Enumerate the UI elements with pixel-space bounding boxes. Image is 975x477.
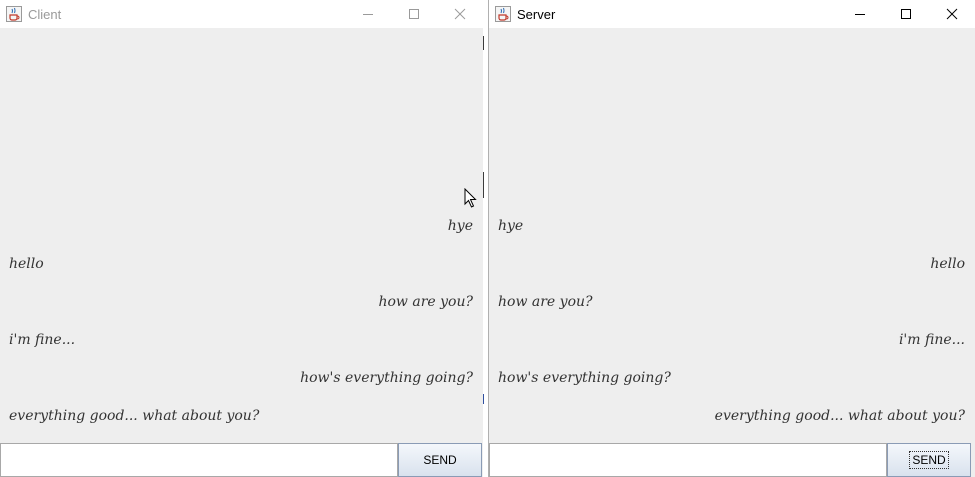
server-window: Server hye hello how are you? i'm fine..… <box>488 0 975 477</box>
mouse-pointer-icon <box>464 188 477 208</box>
minimize-button[interactable] <box>345 0 391 28</box>
window-title: Server <box>517 6 556 22</box>
chat-message: hye <box>498 218 524 234</box>
chat-message: hello <box>930 256 965 272</box>
chat-message: how are you? <box>378 294 473 310</box>
java-cup-icon <box>495 6 511 22</box>
input-row: SEND <box>0 443 483 477</box>
close-icon <box>946 8 958 20</box>
chat-message: how's everything going? <box>300 370 473 386</box>
chat-message: i'm fine... <box>9 332 76 348</box>
input-row: SEND <box>489 443 975 477</box>
minimize-button[interactable] <box>837 0 883 28</box>
chat-message: everything good... what about you? <box>9 408 260 424</box>
java-cup-icon <box>6 6 22 22</box>
maximize-icon <box>901 9 911 19</box>
chat-area: hye hello how are you? i'm fine... how's… <box>0 28 483 444</box>
chat-message: everything good... what about you? <box>714 408 965 424</box>
send-button-label: SEND <box>423 453 457 467</box>
close-icon <box>454 8 466 20</box>
window-title: Client <box>28 6 62 22</box>
send-button-label: SEND <box>909 451 949 469</box>
client-window: Client hye hello how are you? i'm fine..… <box>0 0 483 477</box>
maximize-button[interactable] <box>391 0 437 28</box>
chat-message: i'm fine... <box>898 332 965 348</box>
client-titlebar[interactable]: Client <box>0 0 483 28</box>
send-button[interactable]: SEND <box>398 443 482 477</box>
minimize-icon <box>855 14 865 15</box>
maximize-button[interactable] <box>883 0 929 28</box>
send-button[interactable]: SEND <box>887 443 971 477</box>
chat-message: hello <box>9 256 44 272</box>
minimize-icon <box>363 14 373 15</box>
chat-message: hye <box>447 218 473 234</box>
chat-message: how's everything going? <box>498 370 671 386</box>
message-input[interactable] <box>0 443 398 477</box>
chat-area: hye hello how are you? i'm fine... how's… <box>489 28 975 444</box>
chat-message: how are you? <box>498 294 593 310</box>
maximize-icon <box>409 9 419 19</box>
close-button[interactable] <box>929 0 975 28</box>
close-button[interactable] <box>437 0 483 28</box>
message-input[interactable] <box>489 443 887 477</box>
server-titlebar[interactable]: Server <box>489 0 975 28</box>
